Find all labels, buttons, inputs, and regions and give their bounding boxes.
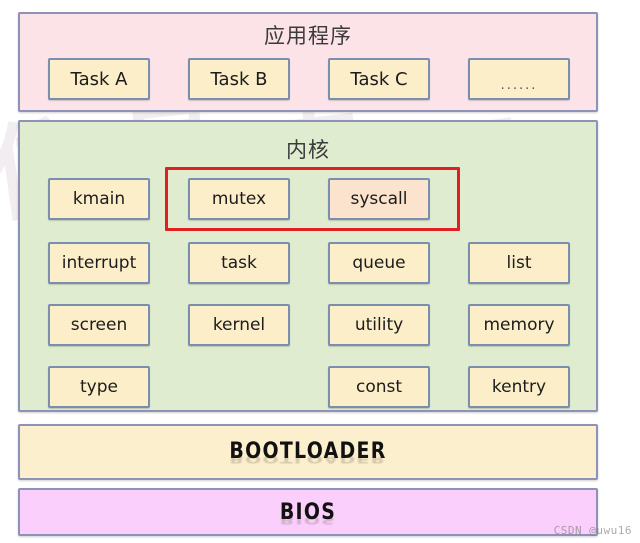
- module-label: memory: [483, 315, 555, 335]
- module-kernel[interactable]: kernel: [188, 304, 290, 346]
- module-interrupt[interactable]: interrupt: [48, 242, 150, 284]
- module-task-c[interactable]: Task C: [328, 58, 430, 100]
- module-label: ......: [500, 77, 538, 93]
- module-queue[interactable]: queue: [328, 242, 430, 284]
- module-label: kentry: [491, 377, 547, 397]
- module-memory[interactable]: memory: [468, 304, 570, 346]
- module-label: syscall: [350, 189, 408, 209]
- module-label: utility: [354, 315, 404, 335]
- module-label: const: [355, 377, 403, 397]
- module-type[interactable]: type: [48, 366, 150, 408]
- application-layer-title: 应用程序: [264, 24, 352, 48]
- module-label: task: [221, 253, 257, 273]
- module-task-a[interactable]: Task A: [48, 58, 150, 100]
- module-kentry[interactable]: kentry: [468, 366, 570, 408]
- kernel-layer: 内核 kmain mutex syscall interrupt task qu…: [18, 120, 598, 412]
- module-label: interrupt: [61, 253, 137, 273]
- application-layer: 应用程序 Task A Task B Task C ......: [18, 12, 598, 112]
- csdn-credit-watermark: CSDN @uwu16: [553, 524, 632, 537]
- module-label: screen: [70, 315, 128, 335]
- module-screen[interactable]: screen: [48, 304, 150, 346]
- module-task[interactable]: task: [188, 242, 290, 284]
- module-label: list: [506, 253, 532, 273]
- module-kmain[interactable]: kmain: [48, 178, 150, 220]
- kernel-layer-title: 内核: [286, 138, 330, 162]
- bios-label: BIOS: [279, 500, 337, 525]
- module-label: queue: [352, 253, 406, 273]
- module-label: Task B: [210, 68, 268, 90]
- os-architecture-diagram: 应用程序 Task A Task B Task C ...... 内核 kmai…: [0, 0, 640, 543]
- module-list[interactable]: list: [468, 242, 570, 284]
- bios-layer: BIOS BIOS: [18, 488, 598, 536]
- module-label: kmain: [72, 189, 126, 209]
- module-label: mutex: [211, 189, 267, 209]
- module-label: Task A: [70, 68, 128, 90]
- module-syscall[interactable]: syscall: [328, 178, 430, 220]
- module-task-more[interactable]: ......: [468, 58, 570, 100]
- bootloader-label: BOOTLOADER: [229, 439, 387, 464]
- module-task-b[interactable]: Task B: [188, 58, 290, 100]
- module-label: Task C: [350, 68, 408, 90]
- module-label: type: [80, 377, 118, 397]
- module-utility[interactable]: utility: [328, 304, 430, 346]
- module-label: kernel: [212, 315, 266, 335]
- module-const[interactable]: const: [328, 366, 430, 408]
- module-mutex[interactable]: mutex: [188, 178, 290, 220]
- bootloader-layer: BOOTLOADER BOOTLOADER: [18, 424, 598, 480]
